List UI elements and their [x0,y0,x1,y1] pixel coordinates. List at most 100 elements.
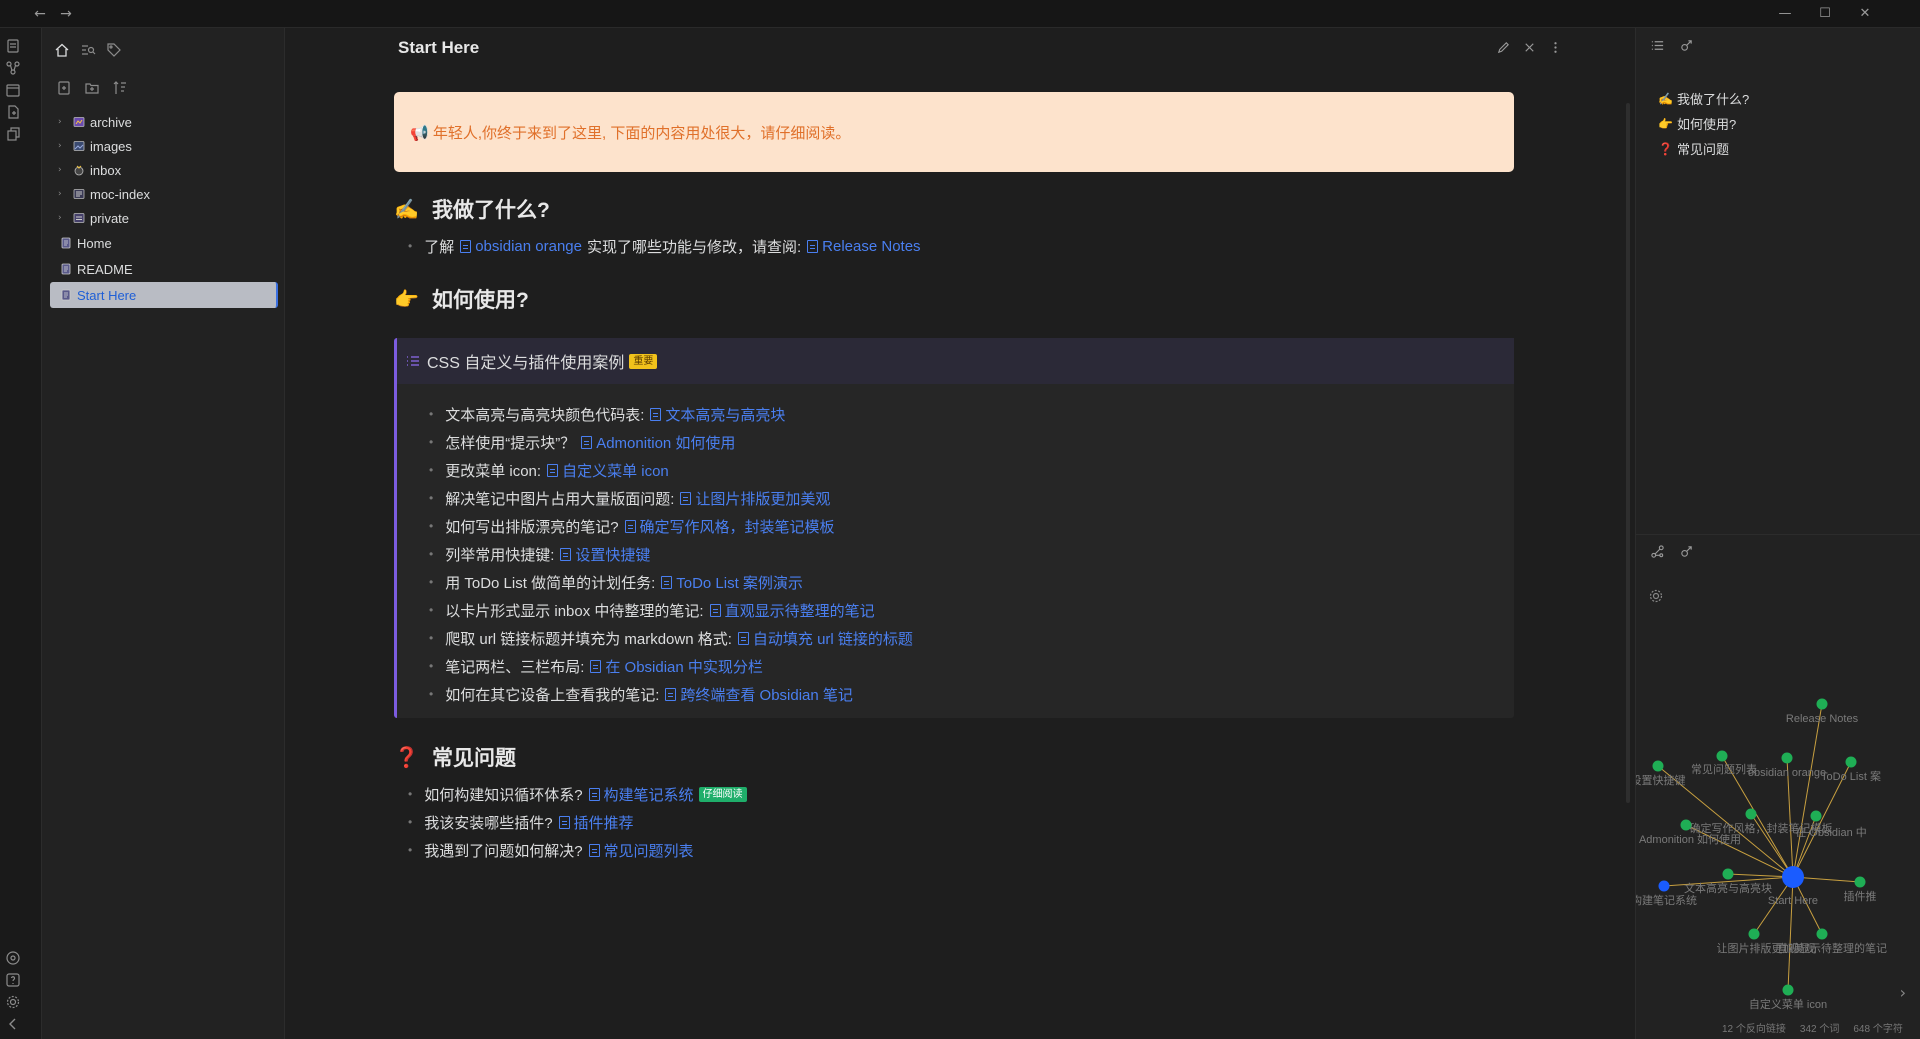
css-callout: CSS 自定义与插件使用案例 重要 文本高亮与高亮块颜色代码表:文本高亮与高亮块… [394,338,1514,718]
internal-link[interactable]: 插件推荐 [574,812,634,833]
outline-item[interactable]: ✍️ 我做了什么? [1658,86,1749,111]
file-start-here[interactable]: Start Here [50,282,278,308]
list-text: 以卡片形式显示 inbox 中待整理的笔记: [445,602,704,620]
outline-icon[interactable] [1650,38,1665,58]
chevron-right-icon[interactable]: › [1900,983,1906,1002]
internal-link[interactable]: 自动填充 url 链接的标题 [753,628,913,649]
settings-gear-icon[interactable] [5,994,23,1012]
file-tree: › archive › images › inbox › moc-index ›… [50,110,278,308]
graph-settings-gear-icon[interactable] [1648,588,1664,609]
graph-node[interactable] [1854,876,1866,888]
list-item: 如何构建知识循环体系? 构建笔记系统仔细阅读 [394,780,1514,808]
internal-link[interactable]: Admonition 如何使用 [596,432,735,453]
forward-arrow-icon[interactable]: → [56,4,76,24]
file-explorer-sidebar: › archive › images › inbox › moc-index ›… [42,28,285,1039]
new-note-icon[interactable] [5,104,23,122]
graph-center-node[interactable] [1782,866,1804,888]
important-badge: 重要 [629,353,658,369]
graph-node[interactable] [1716,750,1728,762]
minimize-icon[interactable]: — [1770,4,1800,24]
list-text: 如何在其它设备上查看我的笔记: [445,686,660,704]
edit-pencil-icon[interactable] [1496,40,1512,56]
file-readme[interactable]: README [50,256,278,282]
internal-link[interactable]: 跨终端查看 Obsidian 笔记 [680,684,853,705]
view-header: Start Here [286,28,1634,70]
list-text: 如何写出排版漂亮的笔记? [445,518,619,536]
local-graph[interactable]: Release Notes常见问题列表obsidian orangeToDo L… [1636,618,1920,1038]
close-window-icon[interactable]: ✕ [1850,4,1880,24]
search-icon[interactable] [80,42,98,60]
list-item: 解决笔记中图片占用大量版面问题: 让图片排版更加美观 [415,484,1514,512]
status-bar: 12 个反向链接 342 个词 648 个字符 [1722,1020,1903,1035]
graph-node-label: 在 Obsidian 中 [1795,826,1867,839]
right-sidebar: ✍️ 我做了什么? 👉 如何使用? ❓ 常见问题 Release Notes 常见问题列表 o… [1635,28,1920,1039]
open-quick-switcher-icon[interactable] [5,38,23,56]
graph-node[interactable] [1845,756,1857,768]
new-note-icon[interactable] [56,80,74,98]
internal-link[interactable]: 自定义菜单 icon [562,460,669,481]
graph-node[interactable] [1782,984,1794,996]
maximize-icon[interactable]: ☐ [1810,4,1840,24]
internal-link[interactable]: ToDo List 案例演示 [676,572,803,593]
close-icon[interactable] [1522,40,1538,56]
internal-link[interactable]: 在 Obsidian 中实现分栏 [605,656,763,677]
graph-node[interactable] [1652,760,1664,772]
graph-node[interactable] [1722,868,1734,880]
list-text: 如何构建知识循环体系? [424,786,583,804]
file-home[interactable]: Home [50,230,278,256]
folder-moc-index[interactable]: › moc-index [50,182,278,206]
graph-node[interactable] [1745,808,1757,820]
graph-node[interactable] [1748,928,1760,940]
graph-node[interactable] [1680,819,1692,831]
backlinks-icon[interactable] [1679,544,1694,564]
outline-item[interactable]: 👉 如何使用? [1658,111,1749,136]
collapse-chevron-icon[interactable] [5,1016,23,1034]
local-graph-icon[interactable] [1650,544,1665,564]
graph-node[interactable] [1816,928,1828,940]
back-arrow-icon[interactable]: ← [30,4,50,24]
internal-link[interactable]: 设置快捷键 [575,544,650,565]
internal-link[interactable]: Release Notes [822,238,920,255]
new-folder-icon[interactable] [84,80,102,98]
backlinks-icon[interactable] [1679,38,1694,58]
folder-inbox[interactable]: › inbox [50,158,278,182]
graph-view-icon[interactable] [5,60,23,78]
document-icon [558,815,570,829]
callout-header[interactable]: CSS 自定义与插件使用案例 重要 [397,338,1514,384]
graph-node[interactable] [1781,752,1793,764]
outline-item[interactable]: ❓ 常见问题 [1658,136,1749,161]
graph-node[interactable] [1658,880,1670,892]
list-text: 更改菜单 icon: [445,462,542,480]
templates-icon[interactable] [5,126,23,144]
note-title[interactable]: Start Here [398,38,479,58]
graph-node[interactable] [1810,810,1822,822]
list-text: 了解 [424,238,455,256]
file-label: Start Here [77,287,137,303]
help-icon[interactable] [5,972,23,990]
list-item: 我遇到了问题如何解决? 常见问题列表 [394,836,1514,864]
list-item: 笔记两栏、三栏布局: 在 Obsidian 中实现分栏 [415,652,1514,680]
tag-icon[interactable] [106,42,124,60]
file-label: Home [77,235,112,251]
internal-link[interactable]: 构建笔记系统 [604,784,694,805]
folder-images[interactable]: › images [50,134,278,158]
internal-link[interactable]: 确定写作风格，封装笔记模板 [640,516,835,537]
sort-icon[interactable] [112,80,130,98]
internal-link[interactable]: obsidian orange [475,238,582,255]
heading-emoji-icon: ✍️ [1658,91,1673,106]
internal-link[interactable]: 常见问题列表 [604,840,694,861]
more-options-icon[interactable] [1548,40,1564,56]
vault-switcher-icon[interactable] [5,950,23,968]
internal-link[interactable]: 让图片排版更加美观 [695,488,830,509]
folder-private[interactable]: › private [50,206,278,230]
calendar-icon[interactable] [5,82,23,100]
scrollbar[interactable] [1626,103,1630,803]
outline-label: 常见问题 [1676,142,1729,157]
faq-list: 如何构建知识循环体系? 构建笔记系统仔细阅读我该安装哪些插件? 插件推荐我遇到了问题… [394,780,1514,864]
home-icon[interactable] [54,42,72,60]
graph-node[interactable] [1816,698,1828,710]
list-item: 如何写出排版漂亮的笔记? 确定写作风格，封装笔记模板 [415,512,1514,540]
internal-link[interactable]: 直观显示待整理的笔记 [725,600,875,621]
internal-link[interactable]: 文本高亮与高亮块 [665,404,785,425]
folder-archive[interactable]: › archive [50,110,278,134]
